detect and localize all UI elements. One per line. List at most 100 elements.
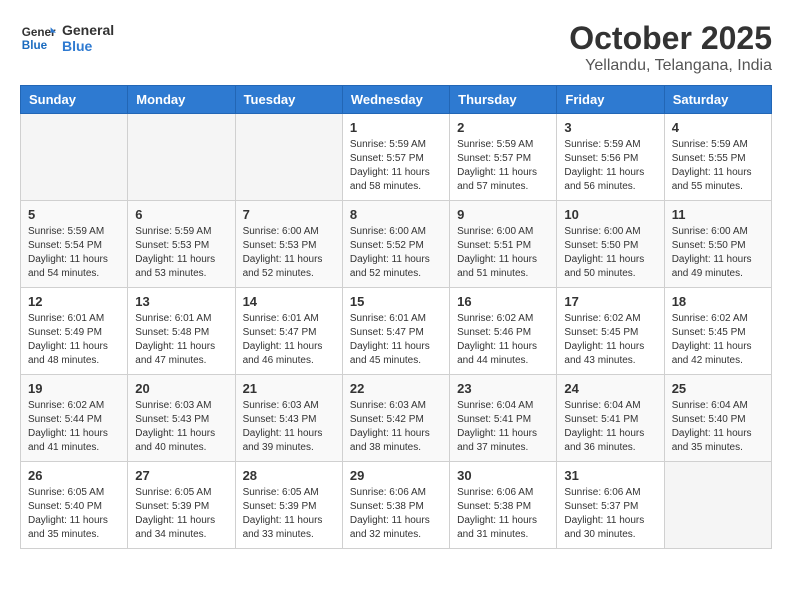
calendar-cell: 13 Sunrise: 6:01 AMSunset: 5:48 PMDayligh… bbox=[128, 288, 235, 375]
day-number: 24 bbox=[564, 381, 656, 396]
day-number: 10 bbox=[564, 207, 656, 222]
day-info: Sunrise: 6:00 AMSunset: 5:51 PMDaylight:… bbox=[457, 225, 549, 281]
calendar-cell: 14 Sunrise: 6:01 AMSunset: 5:47 PMDayligh… bbox=[235, 288, 342, 375]
day-info: Sunrise: 6:04 AMSunset: 5:41 PMDaylight:… bbox=[564, 399, 656, 455]
calendar-cell: 27 Sunrise: 6:05 AMSunset: 5:39 PMDayligh… bbox=[128, 462, 235, 549]
weekday-header: Thursday bbox=[450, 86, 557, 114]
day-number: 28 bbox=[243, 468, 335, 483]
day-number: 9 bbox=[457, 207, 549, 222]
day-info: Sunrise: 6:03 AMSunset: 5:42 PMDaylight:… bbox=[350, 399, 442, 455]
calendar-cell: 10 Sunrise: 6:00 AMSunset: 5:50 PMDayligh… bbox=[557, 201, 664, 288]
weekday-header: Sunday bbox=[21, 86, 128, 114]
calendar-subtitle: Yellandu, Telangana, India bbox=[569, 57, 772, 75]
day-number: 4 bbox=[672, 120, 764, 135]
calendar-cell: 1 Sunrise: 5:59 AMSunset: 5:57 PMDaylight… bbox=[342, 114, 449, 201]
calendar-cell: 7 Sunrise: 6:00 AMSunset: 5:53 PMDaylight… bbox=[235, 201, 342, 288]
calendar-cell: 2 Sunrise: 5:59 AMSunset: 5:57 PMDaylight… bbox=[450, 114, 557, 201]
calendar-cell: 6 Sunrise: 5:59 AMSunset: 5:53 PMDaylight… bbox=[128, 201, 235, 288]
calendar-cell: 25 Sunrise: 6:04 AMSunset: 5:40 PMDayligh… bbox=[664, 375, 771, 462]
day-info: Sunrise: 5:59 AMSunset: 5:54 PMDaylight:… bbox=[28, 225, 120, 281]
day-info: Sunrise: 6:02 AMSunset: 5:45 PMDaylight:… bbox=[564, 312, 656, 368]
weekday-header: Tuesday bbox=[235, 86, 342, 114]
day-number: 16 bbox=[457, 294, 549, 309]
day-info: Sunrise: 6:00 AMSunset: 5:50 PMDaylight:… bbox=[564, 225, 656, 281]
logo-text-line1: General bbox=[62, 22, 114, 38]
calendar-cell: 15 Sunrise: 6:01 AMSunset: 5:47 PMDayligh… bbox=[342, 288, 449, 375]
day-number: 30 bbox=[457, 468, 549, 483]
calendar-cell: 24 Sunrise: 6:04 AMSunset: 5:41 PMDayligh… bbox=[557, 375, 664, 462]
day-number: 8 bbox=[350, 207, 442, 222]
day-number: 22 bbox=[350, 381, 442, 396]
weekday-header: Saturday bbox=[664, 86, 771, 114]
svg-text:Blue: Blue bbox=[22, 39, 48, 52]
day-number: 12 bbox=[28, 294, 120, 309]
day-info: Sunrise: 5:59 AMSunset: 5:55 PMDaylight:… bbox=[672, 138, 764, 194]
day-number: 7 bbox=[243, 207, 335, 222]
day-number: 23 bbox=[457, 381, 549, 396]
day-info: Sunrise: 6:01 AMSunset: 5:48 PMDaylight:… bbox=[135, 312, 227, 368]
calendar-cell bbox=[664, 462, 771, 549]
title-section: October 2025 Yellandu, Telangana, India bbox=[569, 20, 772, 75]
day-info: Sunrise: 5:59 AMSunset: 5:57 PMDaylight:… bbox=[350, 138, 442, 194]
day-info: Sunrise: 6:01 AMSunset: 5:47 PMDaylight:… bbox=[243, 312, 335, 368]
day-number: 27 bbox=[135, 468, 227, 483]
calendar-cell: 29Sunrise: 6:06 AMSunset: 5:38 PMDayligh… bbox=[342, 462, 449, 549]
weekday-header: Friday bbox=[557, 86, 664, 114]
day-number: 6 bbox=[135, 207, 227, 222]
calendar-cell: 20 Sunrise: 6:03 AMSunset: 5:43 PMDayligh… bbox=[128, 375, 235, 462]
calendar-cell bbox=[128, 114, 235, 201]
day-info: Sunrise: 6:06 AMSunset: 5:38 PMDaylight:… bbox=[457, 486, 549, 542]
calendar-cell: 31Sunrise: 6:06 AMSunset: 5:37 PMDayligh… bbox=[557, 462, 664, 549]
weekday-header: Wednesday bbox=[342, 86, 449, 114]
day-number: 1 bbox=[350, 120, 442, 135]
day-number: 18 bbox=[672, 294, 764, 309]
day-info: Sunrise: 6:05 AMSunset: 5:39 PMDaylight:… bbox=[135, 486, 227, 542]
day-info: Sunrise: 5:59 AMSunset: 5:53 PMDaylight:… bbox=[135, 225, 227, 281]
day-number: 29 bbox=[350, 468, 442, 483]
day-number: 20 bbox=[135, 381, 227, 396]
day-number: 5 bbox=[28, 207, 120, 222]
calendar-cell: 28 Sunrise: 6:05 AMSunset: 5:39 PMDayligh… bbox=[235, 462, 342, 549]
day-number: 13 bbox=[135, 294, 227, 309]
calendar-cell: 3Sunrise: 5:59 AMSunset: 5:56 PMDaylight… bbox=[557, 114, 664, 201]
day-info: Sunrise: 6:00 AMSunset: 5:53 PMDaylight:… bbox=[243, 225, 335, 281]
day-info: Sunrise: 6:03 AMSunset: 5:43 PMDaylight:… bbox=[135, 399, 227, 455]
day-number: 15 bbox=[350, 294, 442, 309]
calendar-week-row: 1 Sunrise: 5:59 AMSunset: 5:57 PMDaylight… bbox=[21, 114, 772, 201]
day-number: 31 bbox=[564, 468, 656, 483]
calendar-cell: 12 Sunrise: 6:01 AMSunset: 5:49 PMDayligh… bbox=[21, 288, 128, 375]
day-number: 11 bbox=[672, 207, 764, 222]
calendar-cell: 17 Sunrise: 6:02 AMSunset: 5:45 PMDayligh… bbox=[557, 288, 664, 375]
calendar-cell: 26 Sunrise: 6:05 AMSunset: 5:40 PMDayligh… bbox=[21, 462, 128, 549]
day-number: 14 bbox=[243, 294, 335, 309]
day-number: 25 bbox=[672, 381, 764, 396]
day-info: Sunrise: 6:00 AMSunset: 5:52 PMDaylight:… bbox=[350, 225, 442, 281]
calendar-title: October 2025 bbox=[569, 20, 772, 57]
calendar-cell: 21Sunrise: 6:03 AMSunset: 5:43 PMDayligh… bbox=[235, 375, 342, 462]
day-number: 19 bbox=[28, 381, 120, 396]
weekday-header-row: SundayMondayTuesdayWednesdayThursdayFrid… bbox=[21, 86, 772, 114]
day-info: Sunrise: 5:59 AMSunset: 5:57 PMDaylight:… bbox=[457, 138, 549, 194]
day-number: 3 bbox=[564, 120, 656, 135]
calendar-cell: 4 Sunrise: 5:59 AMSunset: 5:55 PMDaylight… bbox=[664, 114, 771, 201]
day-info: Sunrise: 6:05 AMSunset: 5:40 PMDaylight:… bbox=[28, 486, 120, 542]
day-info: Sunrise: 6:04 AMSunset: 5:40 PMDaylight:… bbox=[672, 399, 764, 455]
day-info: Sunrise: 6:03 AMSunset: 5:43 PMDaylight:… bbox=[243, 399, 335, 455]
day-info: Sunrise: 6:01 AMSunset: 5:47 PMDaylight:… bbox=[350, 312, 442, 368]
day-number: 17 bbox=[564, 294, 656, 309]
calendar-cell: 19Sunrise: 6:02 AMSunset: 5:44 PMDayligh… bbox=[21, 375, 128, 462]
day-info: Sunrise: 6:00 AMSunset: 5:50 PMDaylight:… bbox=[672, 225, 764, 281]
logo: General Blue General Blue bbox=[20, 20, 114, 56]
calendar-cell: 30 Sunrise: 6:06 AMSunset: 5:38 PMDayligh… bbox=[450, 462, 557, 549]
day-info: Sunrise: 6:05 AMSunset: 5:39 PMDaylight:… bbox=[243, 486, 335, 542]
calendar-week-row: 26 Sunrise: 6:05 AMSunset: 5:40 PMDayligh… bbox=[21, 462, 772, 549]
weekday-header: Monday bbox=[128, 86, 235, 114]
day-info: Sunrise: 6:02 AMSunset: 5:45 PMDaylight:… bbox=[672, 312, 764, 368]
calendar-table: SundayMondayTuesdayWednesdayThursdayFrid… bbox=[20, 85, 772, 549]
day-info: Sunrise: 6:01 AMSunset: 5:49 PMDaylight:… bbox=[28, 312, 120, 368]
calendar-week-row: 19Sunrise: 6:02 AMSunset: 5:44 PMDayligh… bbox=[21, 375, 772, 462]
calendar-cell: 22 Sunrise: 6:03 AMSunset: 5:42 PMDayligh… bbox=[342, 375, 449, 462]
calendar-week-row: 5 Sunrise: 5:59 AMSunset: 5:54 PMDaylight… bbox=[21, 201, 772, 288]
day-number: 26 bbox=[28, 468, 120, 483]
day-number: 2 bbox=[457, 120, 549, 135]
